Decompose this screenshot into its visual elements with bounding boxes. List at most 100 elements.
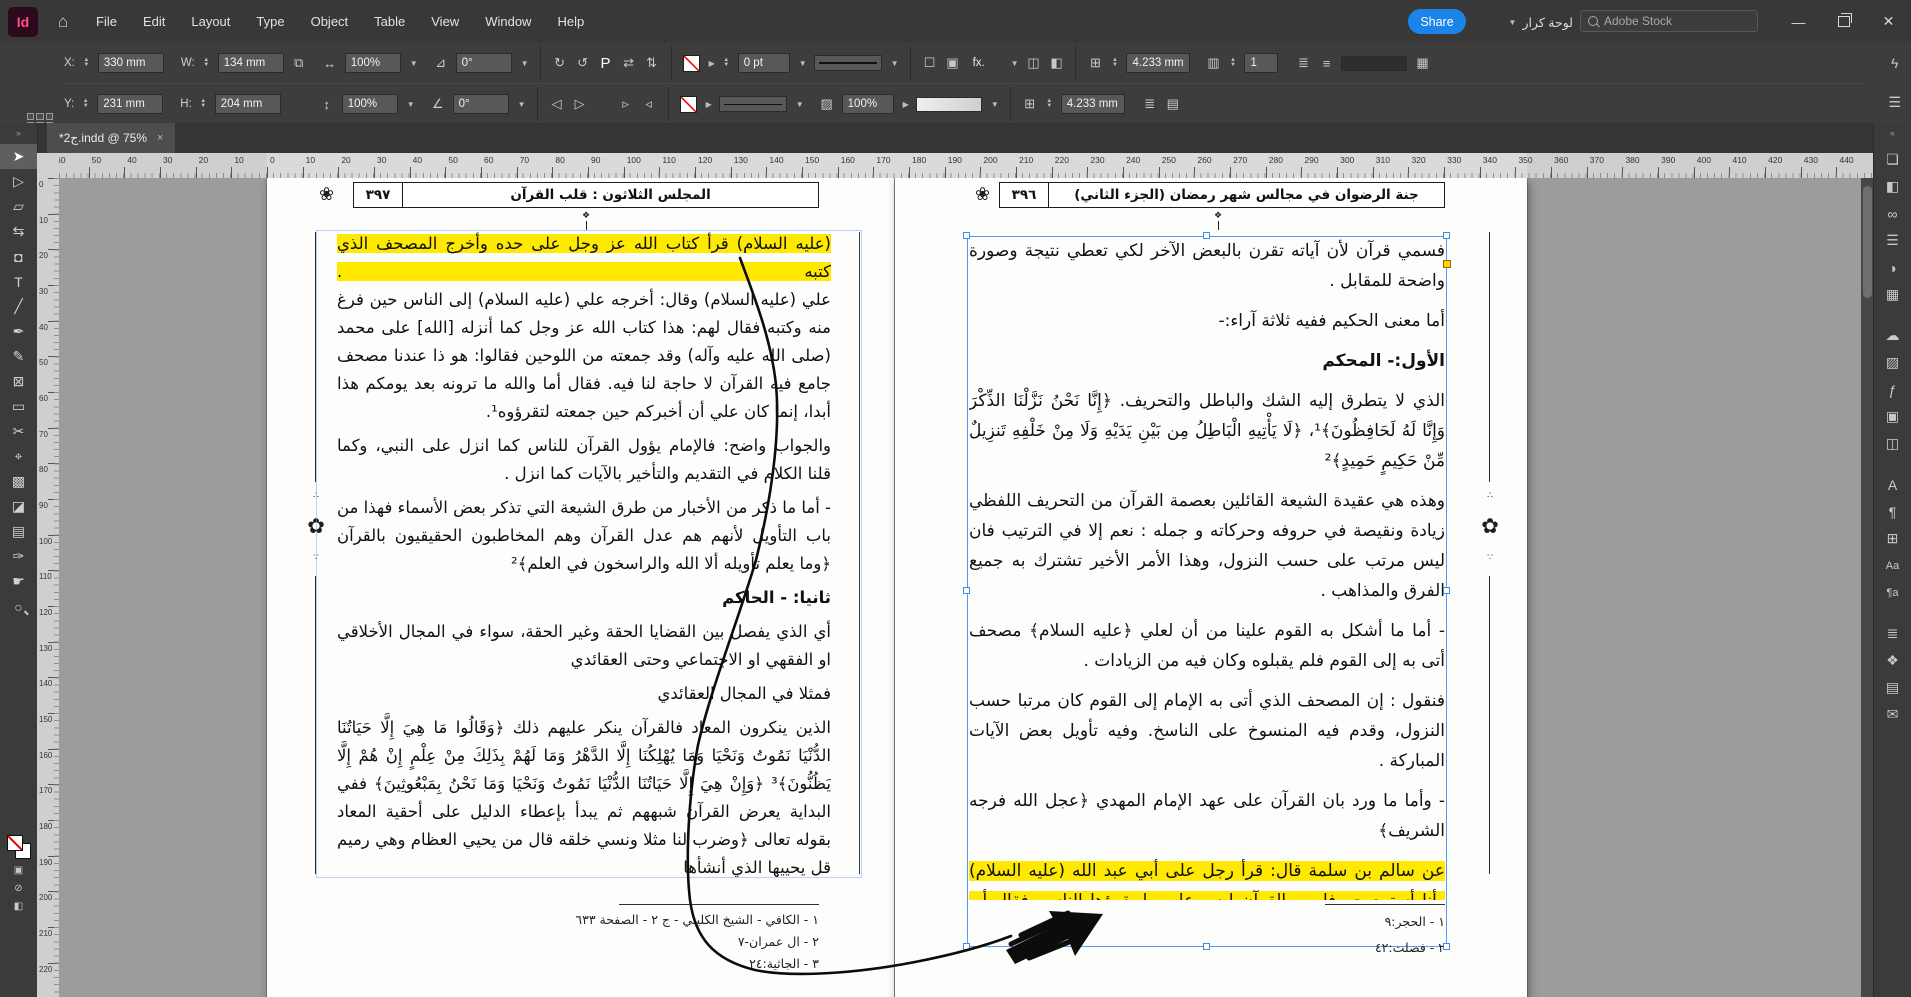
- workspace-switcher[interactable]: ▼ لوحة كرار: [1478, 11, 1573, 33]
- paragraph-styles-panel-icon[interactable]: ¶a: [1874, 579, 1911, 606]
- menu-object[interactable]: Object: [311, 14, 349, 29]
- menu-window[interactable]: Window: [485, 14, 531, 29]
- scale-x-field[interactable]: 100%: [344, 53, 401, 73]
- share-button[interactable]: Share: [1408, 9, 1466, 34]
- free-transform-tool-icon[interactable]: ⌖: [0, 444, 37, 469]
- menu-view[interactable]: View: [431, 14, 459, 29]
- swatches-panel-icon[interactable]: ▦: [1874, 281, 1911, 308]
- frame-handle-middle-right[interactable]: [1443, 587, 1450, 594]
- x-stepper[interactable]: ▲ ▼: [82, 53, 91, 73]
- corner-radius-stepper[interactable]: ▲ ▼: [1110, 53, 1119, 73]
- menu-table[interactable]: Table: [374, 14, 405, 29]
- y-field[interactable]: 231 mm: [97, 94, 164, 114]
- menu-type[interactable]: Type: [256, 14, 284, 29]
- stroke-weight-field[interactable]: 0 pt: [737, 53, 790, 73]
- frame-handle-bottom-right[interactable]: [1443, 943, 1450, 950]
- rotation-field[interactable]: 0°: [455, 53, 512, 73]
- minimize-button[interactable]: —: [1776, 0, 1821, 43]
- stroke-color-swatch[interactable]: [682, 54, 700, 72]
- select-content-icon[interactable]: ◃: [641, 96, 657, 112]
- w-stepper[interactable]: ▲ ▼: [202, 53, 211, 73]
- document-canvas[interactable]: ❀ ٣٩٧ المجلس الثلاثون : قلب القرآن ❖ ∴ ✿…: [59, 178, 1874, 997]
- apply-none-icon[interactable]: ⊘: [9, 882, 29, 895]
- flip-item-left-icon[interactable]: ◁: [549, 96, 565, 112]
- direct-selection-tool-icon[interactable]: ▷: [0, 169, 37, 194]
- frame-handle-bottom-center[interactable]: [1203, 943, 1210, 950]
- comments-panel-icon[interactable]: ✉: [1874, 701, 1911, 728]
- x-field[interactable]: 330 mm: [97, 53, 164, 73]
- frame-grid-icon[interactable]: ▤: [1165, 96, 1181, 112]
- gutter-stepper[interactable]: ▲ ▼: [1045, 94, 1054, 114]
- stroke-type-dropdown[interactable]: [718, 96, 787, 112]
- collapse-toolbar-icon[interactable]: »: [0, 123, 37, 144]
- horizontal-ruler[interactable]: 6050403020100102030405060708090100110120…: [59, 153, 1874, 179]
- stock-search-input[interactable]: Adobe Stock: [1580, 10, 1758, 32]
- flip-horizontal-icon[interactable]: ⇄: [621, 55, 637, 71]
- text-wrap-bounding-icon[interactable]: ◧: [1048, 55, 1064, 71]
- select-container-icon[interactable]: ▹: [618, 96, 634, 112]
- menu-layout[interactable]: Layout: [191, 14, 230, 29]
- type-tool-icon[interactable]: T: [0, 269, 37, 294]
- y-stepper[interactable]: ▲ ▼: [81, 94, 90, 114]
- scale-y-field[interactable]: 100%: [341, 94, 398, 114]
- page-396[interactable]: ❀ ٣٩٦ جنة الرضوان في مجالس شهر رمضان (ال…: [895, 178, 1527, 997]
- character-styles-panel-icon[interactable]: Aa: [1874, 552, 1911, 579]
- vertical-ruler[interactable]: 0 10 20 30 40 50 60 70 80 90 100 110 120 130 140 150 160…: [37, 178, 60, 997]
- fill-color-swatch[interactable]: [679, 95, 697, 113]
- grid-options-icon[interactable]: ▦: [1414, 55, 1430, 71]
- line-tool-icon[interactable]: ╱: [0, 294, 37, 319]
- text-wrap-panel-icon[interactable]: ◫: [1874, 430, 1911, 457]
- document-tab[interactable]: *2ج.indd @ 75% ×: [47, 123, 176, 153]
- baseline-grid-icon[interactable]: ≡: [1318, 56, 1334, 71]
- frame-handle-top-right[interactable]: [1443, 232, 1450, 239]
- menu-file[interactable]: File: [96, 14, 117, 29]
- flip-vertical-icon[interactable]: ⇅: [644, 55, 660, 71]
- scrollbar-thumb[interactable]: [1863, 186, 1872, 298]
- rotate-cw-icon[interactable]: ↻: [552, 55, 568, 71]
- shear-field[interactable]: 0°: [452, 94, 509, 114]
- character-panel-icon[interactable]: A: [1874, 471, 1911, 498]
- fit-frame-icon[interactable]: ▣: [945, 55, 961, 71]
- expand-panels-icon[interactable]: «: [1874, 123, 1911, 146]
- rotate-ccw-icon[interactable]: ↺: [575, 55, 591, 71]
- gradient-swatch-dropdown[interactable]: [915, 96, 982, 112]
- h-field[interactable]: 204 mm: [214, 94, 281, 114]
- opacity-field[interactable]: 100%: [841, 94, 894, 114]
- gap-tool-icon[interactable]: ⇆: [0, 219, 37, 244]
- formatting-affects-container-icon[interactable]: ▣: [9, 864, 29, 877]
- selection-tool-icon[interactable]: ➤: [0, 144, 37, 169]
- rectangle-tool-icon[interactable]: ▭: [0, 394, 37, 419]
- frame-handle-top-center[interactable]: [1203, 232, 1210, 239]
- close-button[interactable]: ✕: [1866, 0, 1911, 43]
- eyedropper-tool-icon[interactable]: ✑: [0, 544, 37, 569]
- screen-mode-icon[interactable]: ◧: [9, 900, 29, 913]
- stroke-style-dropdown[interactable]: [813, 55, 882, 71]
- note-tool-icon[interactable]: ▤: [0, 519, 37, 544]
- paragraph-panel-icon[interactable]: ¶: [1874, 498, 1911, 525]
- fill-stroke-proxy[interactable]: [6, 835, 31, 859]
- effects-button[interactable]: fx.: [968, 53, 1002, 73]
- glyphs-panel-icon[interactable]: ⊞: [1874, 525, 1911, 552]
- page-tool-icon[interactable]: ▱: [0, 194, 37, 219]
- align-icons[interactable]: ≣: [1142, 96, 1158, 112]
- paragraph-list-icon[interactable]: ≣: [1295, 55, 1311, 71]
- gradient-feather-tool-icon[interactable]: ◪: [0, 494, 37, 519]
- stroke-weight-stepper[interactable]: ▲ ▼: [722, 53, 731, 73]
- panel-menu-icon[interactable]: ☰: [1888, 94, 1901, 111]
- frame-handle-middle-left[interactable]: [963, 587, 970, 594]
- menu-edit[interactable]: Edit: [143, 14, 165, 29]
- pages-panel-icon[interactable]: ❏: [1874, 146, 1911, 173]
- gutter-field[interactable]: 4.233 mm: [1060, 94, 1125, 114]
- frame-handle-top-left[interactable]: [963, 232, 970, 239]
- ruler-origin-corner[interactable]: [37, 153, 60, 179]
- tab-close-icon[interactable]: ×: [157, 132, 163, 144]
- pathfinder-panel-icon[interactable]: ❖: [1874, 647, 1911, 674]
- scissors-tool-icon[interactable]: ✂: [0, 419, 37, 444]
- stroke-panel-icon[interactable]: ☰: [1874, 227, 1911, 254]
- flip-item-right-icon[interactable]: ▷: [572, 96, 588, 112]
- object-styles-panel-icon[interactable]: ▣: [1874, 403, 1911, 430]
- indesign-logo-icon[interactable]: Id: [8, 7, 38, 37]
- menu-help[interactable]: Help: [557, 14, 584, 29]
- live-corner-yellow-handle[interactable]: [1443, 260, 1451, 268]
- page-397[interactable]: ❀ ٣٩٧ المجلس الثلاثون : قلب القرآن ❖ ∴ ✿…: [267, 178, 895, 997]
